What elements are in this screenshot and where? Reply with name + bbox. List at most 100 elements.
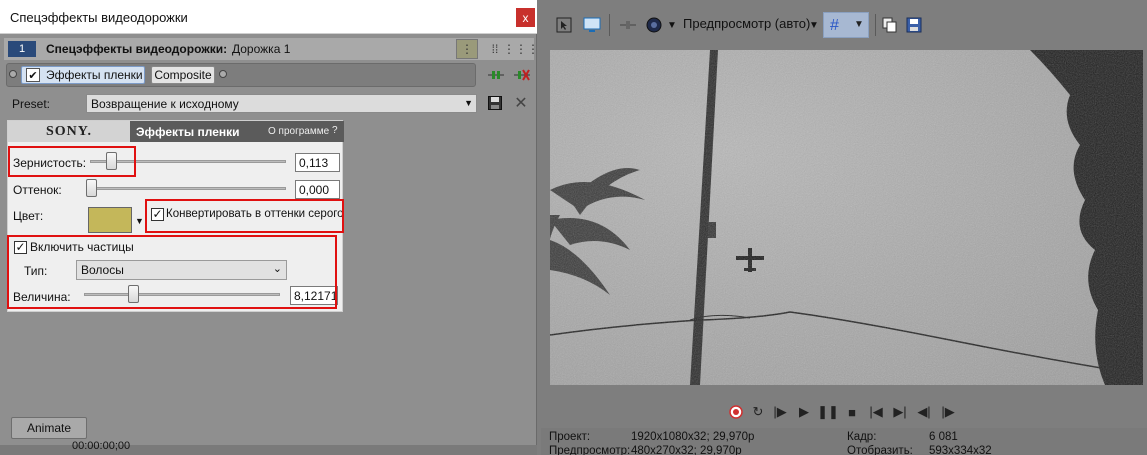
grain-value-input[interactable]: 0,113 — [295, 153, 340, 172]
play-icon: ▶ — [799, 404, 809, 419]
annotation-highlight-particles — [7, 235, 337, 309]
save-icon — [488, 96, 502, 110]
plugin-header: Эффекты пленки О программе ? — [130, 121, 344, 142]
add-fx-button[interactable] — [486, 66, 506, 84]
fx-chip-label: Composite — [154, 68, 212, 82]
display-label: Отобразить: — [847, 445, 913, 455]
fx-chip-label: Эффекты пленки — [46, 68, 143, 82]
animate-button[interactable]: Animate — [11, 417, 87, 439]
save-preset-button[interactable] — [486, 94, 504, 112]
view-mode-list-button[interactable]: ⋮ — [456, 39, 478, 59]
delete-icon: ✕ — [514, 95, 528, 112]
track-number: 1 — [18, 43, 26, 55]
fx-header-title: Спецэффекты видеодорожки: — [46, 42, 228, 56]
close-icon: x — [522, 10, 529, 25]
fx-header-track-name: Дорожка 1 — [232, 42, 291, 56]
select-tool-icon[interactable] — [553, 13, 575, 37]
dialog-title: Спецэффекты видеодорожки — [10, 10, 188, 25]
chevron-down-icon[interactable]: ▼ — [807, 13, 821, 37]
preview-res-label: Предпросмотр: — [549, 445, 631, 455]
annotation-highlight-grain — [8, 146, 136, 177]
view-mode-grid-button[interactable]: ⋮⋮⋮ — [503, 39, 539, 59]
split-screen-icon[interactable] — [617, 13, 639, 37]
loop-button[interactable]: ↻ — [748, 402, 768, 422]
fx-chip-composite[interactable]: Composite — [151, 66, 215, 84]
cursor-icon — [556, 17, 572, 33]
go-to-end-button[interactable]: ▶| — [890, 402, 910, 422]
stop-icon: ■ — [848, 404, 856, 420]
pause-icon: ❚❚ — [817, 404, 839, 419]
fx-enabled-checkbox-icon[interactable]: ✔ — [26, 68, 40, 82]
annotation-highlight-grayscale — [145, 199, 344, 233]
dialog-titlebar[interactable]: Спецэффекты видеодорожки x — [0, 0, 537, 34]
tint-value-input[interactable]: 0,000 — [295, 180, 340, 199]
copy-snapshot-icon[interactable] — [879, 13, 901, 37]
film-grain-overlay — [550, 50, 1143, 385]
fx-chip-film-effects[interactable]: ✔ Эффекты пленки — [21, 66, 145, 84]
list-view-icon: ⋮ — [461, 42, 473, 56]
grid-view-icon: ⋮⋮⋮ — [503, 42, 539, 56]
next-frame-button[interactable]: |▶ — [938, 402, 958, 422]
video-frame — [550, 50, 1143, 385]
tint-slider-track[interactable] — [90, 187, 286, 190]
chain-output-node-icon — [219, 70, 227, 78]
delete-preset-button[interactable]: ✕ — [512, 94, 530, 112]
toolbar-divider — [875, 14, 876, 36]
track-number-icon: 1 — [8, 41, 36, 57]
toolbar-divider — [609, 14, 610, 36]
chain-input-node-icon — [9, 70, 17, 78]
plugin-chain-remove-icon — [514, 69, 530, 81]
preview-mode-label[interactable]: Предпросмотр (авто) — [683, 16, 810, 31]
external-monitor-icon[interactable] — [581, 13, 603, 37]
previous-frame-button[interactable]: ◀| — [914, 402, 934, 422]
overlays-grid-button[interactable]: # ▼ — [823, 12, 869, 38]
chevron-down-icon: ▼ — [464, 98, 473, 108]
display-value: 593x334x32 — [929, 445, 992, 455]
preset-dropdown[interactable]: Возвращение к исходному ▼ — [86, 94, 477, 113]
chevron-down-icon[interactable]: ▼ — [665, 13, 679, 37]
timeline-strip: 00:00:00;00 — [0, 440, 537, 455]
animate-label: Animate — [26, 421, 72, 435]
save-snapshot-icon[interactable] — [903, 13, 925, 37]
pause-button[interactable]: ❚❚ — [817, 402, 839, 422]
loop-icon: ↻ — [752, 404, 764, 419]
project-label: Проект: — [549, 431, 591, 443]
record-icon — [729, 405, 743, 419]
stop-button[interactable]: ■ — [842, 402, 862, 422]
sony-logo: SONY. — [8, 121, 130, 142]
tint-slider-thumb[interactable] — [86, 179, 97, 197]
color-label: Цвет: — [13, 209, 44, 223]
timeline-timecode: 00:00:00;00 — [72, 440, 131, 452]
video-track-fx-dialog: Спецэффекты видеодорожки x 1 Спецэффекты… — [0, 0, 539, 455]
split-view-icon: ⁞⁞ — [491, 42, 499, 56]
previous-frame-icon: ◀| — [917, 404, 931, 419]
plugin-chain-add-icon — [488, 71, 504, 79]
preset-value: Возвращение к исходному — [91, 97, 239, 111]
preview-quality-icon[interactable] — [643, 13, 665, 37]
frame-label: Кадр: — [847, 431, 877, 443]
go-to-start-button[interactable]: |◀ — [866, 402, 886, 422]
remove-fx-button[interactable] — [512, 66, 532, 84]
record-button[interactable] — [726, 402, 746, 422]
close-button[interactable]: x — [516, 8, 535, 27]
play-from-start-icon: |▶ — [773, 404, 787, 419]
preview-info-bar: Проект: 1920x1080x32; 29,970p Предпросмо… — [541, 428, 1147, 455]
fx-chain: ✔ Эффекты пленки Composite — [6, 63, 476, 87]
chevron-down-icon[interactable]: ▼ — [135, 216, 144, 226]
play-button[interactable]: ▶ — [794, 402, 814, 422]
color-swatch[interactable] — [88, 207, 132, 233]
chevron-down-icon: ▼ — [854, 19, 864, 30]
play-from-start-button[interactable]: |▶ — [770, 402, 790, 422]
plugin-name: Эффекты пленки — [136, 125, 240, 139]
tint-label: Оттенок: — [13, 183, 62, 197]
next-frame-icon: |▶ — [941, 404, 955, 419]
go-to-end-icon: ▶| — [893, 404, 907, 419]
frame-value: 6 081 — [929, 431, 958, 443]
project-value: 1920x1080x32; 29,970p — [631, 431, 755, 443]
preview-res-value: 480x270x32; 29,970p — [631, 445, 742, 455]
go-to-start-icon: |◀ — [869, 404, 883, 419]
about-link[interactable]: О программе — [268, 126, 329, 137]
preview-toolbar: ▼ Предпросмотр (авто) ▼ # ▼ — [541, 8, 1147, 42]
help-link[interactable]: ? — [332, 125, 338, 136]
grid-icon: # — [830, 17, 839, 34]
